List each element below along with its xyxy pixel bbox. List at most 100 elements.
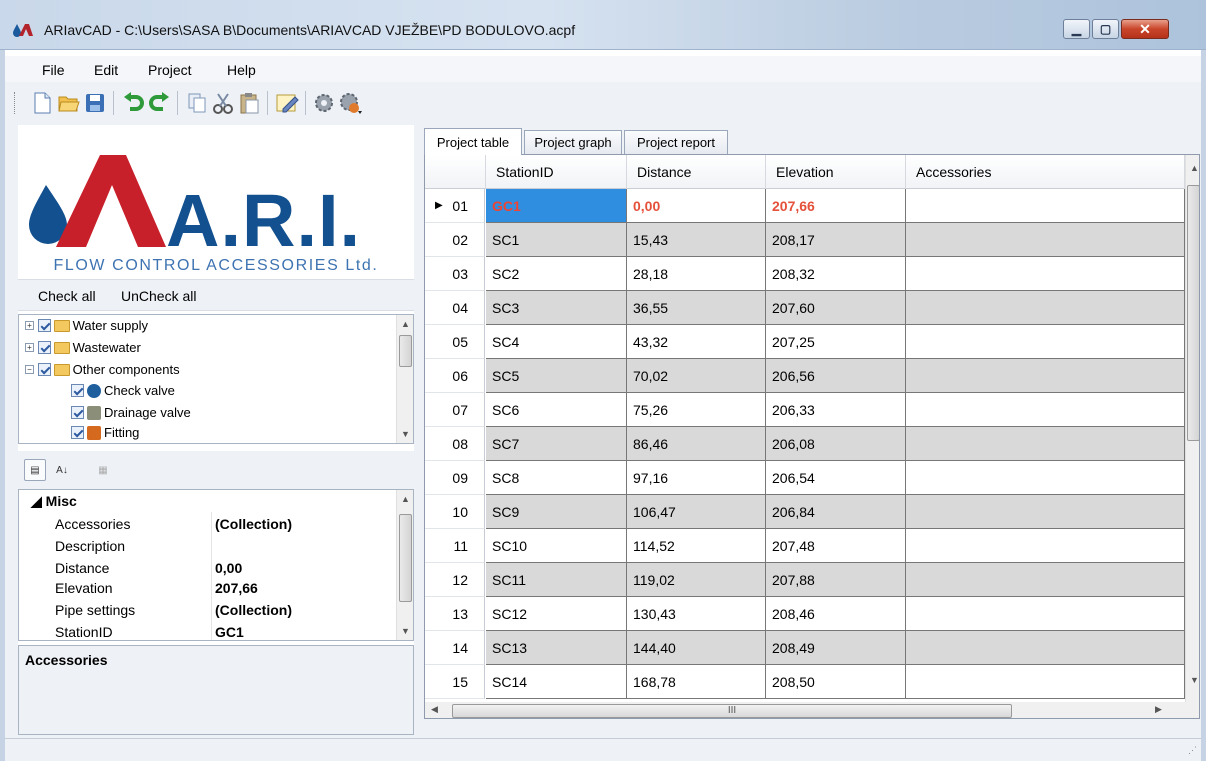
grid-corner-header[interactable] (425, 155, 486, 189)
scroll-right-icon[interactable]: ▶ (1155, 704, 1162, 715)
property-value[interactable]: (Collection) (215, 602, 292, 618)
cell-stationid[interactable]: SC8 (486, 461, 627, 495)
menu-project[interactable]: Project (148, 62, 192, 78)
row-header[interactable]: 13 (425, 597, 485, 631)
scroll-left-icon[interactable]: ◀ (431, 704, 438, 715)
undo-icon[interactable] (121, 91, 145, 115)
cell-stationid[interactable]: SC5 (486, 359, 627, 393)
tree-checkbox[interactable] (71, 406, 84, 420)
cell-distance[interactable]: 130,43 (627, 597, 766, 631)
component-tree[interactable]: + Water supply + Wastewater − Other comp… (18, 314, 414, 444)
grid-vertical-scrollbar[interactable]: ▲ ▼ (1185, 155, 1199, 702)
table-row[interactable]: 12 SC11 119,02 207,88 (425, 563, 1185, 597)
cell-stationid[interactable]: SC12 (486, 597, 627, 631)
cell-elevation[interactable]: 206,56 (766, 359, 906, 393)
property-value[interactable]: (Collection) (215, 516, 292, 532)
property-scrollbar[interactable]: ▲ ▼ (396, 490, 413, 640)
row-header[interactable]: 10 (425, 495, 485, 529)
cell-stationid[interactable]: SC7 (486, 427, 627, 461)
scroll-thumb[interactable] (399, 514, 412, 602)
cell-stationid[interactable]: SC1 (486, 223, 627, 257)
cell-elevation[interactable]: 206,84 (766, 495, 906, 529)
cell-distance[interactable]: 70,02 (627, 359, 766, 393)
cell-accessories[interactable] (906, 189, 1185, 223)
property-value[interactable]: 0,00 (215, 560, 242, 576)
table-row[interactable]: 15 SC14 168,78 208,50 (425, 665, 1185, 699)
property-grid[interactable]: ◢ Misc Accessories (Collection) Descripti… (18, 489, 414, 641)
tree-item-fitting[interactable]: Fitting (71, 424, 139, 443)
toolbar-grip[interactable] (14, 92, 17, 114)
cell-elevation[interactable]: 208,49 (766, 631, 906, 665)
cell-distance[interactable]: 75,26 (627, 393, 766, 427)
cell-stationid[interactable]: SC9 (486, 495, 627, 529)
categorized-view-icon[interactable]: ▤ (24, 459, 46, 481)
column-header-elevation[interactable]: Elevation (766, 155, 906, 189)
table-row[interactable]: ▶ 01 GC1 0,00 207,66 (425, 189, 1185, 223)
cell-accessories[interactable] (906, 257, 1185, 291)
cell-distance[interactable]: 43,32 (627, 325, 766, 359)
cell-distance[interactable]: 106,47 (627, 495, 766, 529)
cell-accessories[interactable] (906, 291, 1185, 325)
cell-elevation[interactable]: 206,08 (766, 427, 906, 461)
cell-stationid[interactable]: SC11 (486, 563, 627, 597)
cell-elevation[interactable]: 206,33 (766, 393, 906, 427)
tree-checkbox[interactable] (37, 341, 51, 355)
column-header-distance[interactable]: Distance (627, 155, 766, 189)
cell-accessories[interactable] (906, 325, 1185, 359)
cell-elevation[interactable]: 206,54 (766, 461, 906, 495)
table-row[interactable]: 13 SC12 130,43 208,46 (425, 597, 1185, 631)
property-row[interactable]: StationID GC1 (19, 620, 397, 640)
property-row[interactable]: Accessories (Collection) (19, 512, 397, 534)
cell-accessories[interactable] (906, 631, 1185, 665)
row-header[interactable]: 12 (425, 563, 485, 597)
cell-accessories[interactable] (906, 461, 1185, 495)
scroll-down-icon[interactable]: ▼ (397, 425, 413, 442)
cell-distance[interactable]: 0,00 (627, 189, 766, 223)
row-header[interactable]: ▶ 01 (425, 189, 485, 223)
table-row[interactable]: 10 SC9 106,47 206,84 (425, 495, 1185, 529)
cell-accessories[interactable] (906, 495, 1185, 529)
tree-item-wastewater[interactable]: + Wastewater (25, 339, 141, 361)
title-bar[interactable]: ARIavCAD - C:\Users\SASA B\Documents\ARI… (0, 0, 1206, 50)
project-table-grid[interactable]: StationID Distance Elevation Accessories… (424, 154, 1200, 719)
tree-checkbox[interactable] (37, 319, 51, 333)
cell-stationid[interactable]: SC10 (486, 529, 627, 563)
cell-stationid[interactable]: GC1 (486, 189, 627, 223)
cell-accessories[interactable] (906, 223, 1185, 257)
cell-elevation[interactable]: 207,25 (766, 325, 906, 359)
redo-icon[interactable] (148, 91, 172, 115)
tab-project-table[interactable]: Project table (424, 128, 522, 155)
scroll-down-icon[interactable]: ▼ (397, 622, 413, 639)
cell-elevation[interactable]: 208,17 (766, 223, 906, 257)
tree-checkbox[interactable] (71, 426, 84, 440)
cell-accessories[interactable] (906, 563, 1185, 597)
row-header[interactable]: 11 (425, 529, 485, 563)
cell-distance[interactable]: 28,18 (627, 257, 766, 291)
row-header[interactable]: 05 (425, 325, 485, 359)
cell-stationid[interactable]: SC14 (486, 665, 627, 699)
column-header-accessories[interactable]: Accessories (906, 155, 1185, 189)
cut-icon[interactable] (211, 91, 235, 115)
cell-elevation[interactable]: 207,88 (766, 563, 906, 597)
cell-distance[interactable]: 15,43 (627, 223, 766, 257)
table-row[interactable]: 05 SC4 43,32 207,25 (425, 325, 1185, 359)
row-header[interactable]: 03 (425, 257, 485, 291)
cell-accessories[interactable] (906, 597, 1185, 631)
row-header[interactable]: 07 (425, 393, 485, 427)
save-icon[interactable] (83, 91, 107, 115)
settings-gear-icon[interactable] (312, 91, 336, 115)
row-header[interactable]: 08 (425, 427, 485, 461)
cell-elevation[interactable]: 208,50 (766, 665, 906, 699)
alphabetical-sort-icon[interactable]: A↓ (51, 459, 73, 481)
minimize-button[interactable]: ▁ (1063, 19, 1090, 39)
property-value[interactable]: GC1 (215, 624, 244, 640)
close-button[interactable]: ✕ (1121, 19, 1169, 39)
scroll-thumb[interactable] (399, 335, 412, 367)
horizontal-scroll-thumb[interactable]: III (452, 704, 1012, 718)
cell-distance[interactable]: 97,16 (627, 461, 766, 495)
cell-accessories[interactable] (906, 393, 1185, 427)
table-row[interactable]: 07 SC6 75,26 206,33 (425, 393, 1185, 427)
tree-scrollbar[interactable]: ▲ ▼ (396, 315, 413, 443)
scroll-up-icon[interactable]: ▲ (1186, 159, 1199, 176)
menu-file[interactable]: File (42, 62, 65, 78)
